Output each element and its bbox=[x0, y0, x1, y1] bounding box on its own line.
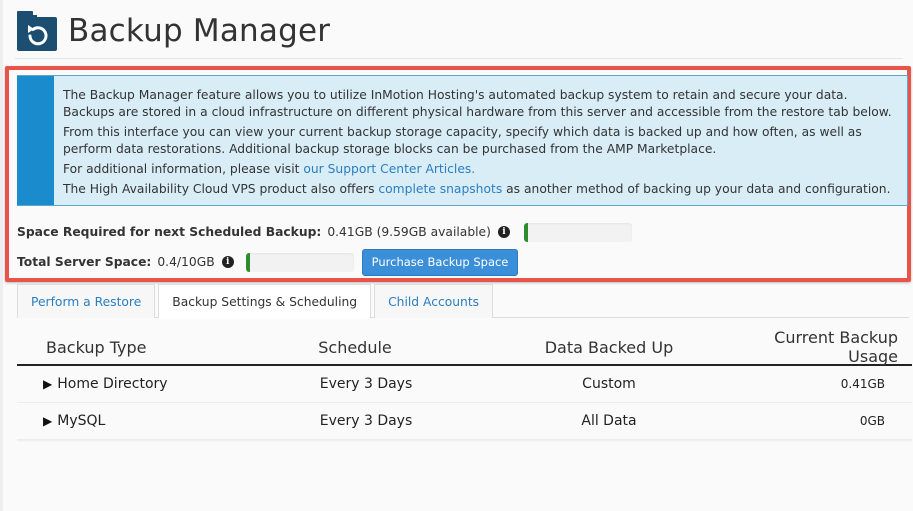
callout-paragraph-intro: The Backup Manager feature allows you to… bbox=[63, 88, 892, 119]
total-space-value: 0.4/10GB bbox=[157, 255, 215, 269]
page-header: Backup Manager bbox=[15, 6, 330, 56]
column-header-backup-type: Backup Type bbox=[46, 337, 147, 357]
callout-paragraph-support: For additional information, please visit… bbox=[63, 161, 895, 178]
schedule-cell: Every 3 Days bbox=[319, 376, 413, 392]
table-header: Backup Type Schedule Data Backed Up Curr… bbox=[17, 328, 912, 366]
backup-type: Home Directory bbox=[57, 376, 168, 392]
callout-paragraph-interface: From this interface you can view your cu… bbox=[63, 125, 862, 156]
complete-snapshots-link[interactable]: complete snapshots bbox=[378, 182, 502, 196]
usage-cell: 0GB bbox=[859, 414, 885, 428]
next-backup-progress-fill bbox=[523, 222, 529, 242]
total-space-progress-bar bbox=[245, 252, 354, 272]
next-backup-progress-bar bbox=[523, 222, 632, 242]
backup-settings-table: Backup Type Schedule Data Backed Up Curr… bbox=[17, 328, 912, 440]
schedule-cell: Every 3 Days bbox=[319, 413, 413, 429]
backup-type: MySQL bbox=[57, 413, 106, 429]
table-row[interactable]: ▶ MySQL Every 3 Days All Data 0GB bbox=[17, 403, 912, 440]
snapshot-prefix: The High Availability Cloud VPS product … bbox=[63, 182, 379, 196]
callout-body: The Backup Manager feature allows you to… bbox=[54, 76, 907, 205]
tab-bar: Perform a Restore Backup Settings & Sche… bbox=[17, 284, 909, 319]
column-header-current-usage: Current Backup Usage bbox=[774, 328, 898, 366]
data-backed-up-cell: Custom bbox=[582, 376, 636, 392]
info-callout: The Backup Manager feature allows you to… bbox=[17, 75, 908, 206]
tab-perform-restore[interactable]: Perform a Restore bbox=[17, 284, 156, 318]
total-space-label: Total Server Space: bbox=[17, 255, 152, 269]
total-space-progress-fill bbox=[245, 252, 250, 272]
row-expand-toggle[interactable]: ▶ Home Directory bbox=[17, 376, 217, 392]
table-row[interactable]: ▶ Home Directory Every 3 Days Custom 0.4… bbox=[17, 366, 912, 403]
page-title: Backup Manager bbox=[68, 13, 331, 49]
info-icon[interactable]: i bbox=[497, 226, 510, 238]
backup-restore-folder-icon bbox=[15, 9, 59, 53]
support-center-link[interactable]: our Support Center Articles. bbox=[303, 162, 475, 176]
column-header-schedule: Schedule bbox=[318, 337, 392, 357]
next-backup-stat: Space Required for next Scheduled Backup… bbox=[17, 222, 632, 242]
total-space-stat: Total Server Space: 0.4/10GB i Purchase … bbox=[17, 248, 519, 276]
header-divider bbox=[15, 58, 903, 59]
row-expand-toggle[interactable]: ▶ MySQL bbox=[17, 413, 217, 429]
column-header-data-backed-up: Data Backed Up bbox=[544, 337, 674, 357]
data-backed-up-cell: All Data bbox=[581, 413, 637, 429]
backup-manager-page: Backup Manager The Backup Manager featur… bbox=[0, 0, 913, 511]
usage-cell: 0.41GB bbox=[840, 377, 885, 391]
callout-paragraph-snapshots: The High Availability Cloud VPS product … bbox=[63, 181, 895, 198]
tab-backup-settings-scheduling[interactable]: Backup Settings & Scheduling bbox=[158, 284, 372, 319]
next-backup-label: Space Required for next Scheduled Backup… bbox=[17, 225, 322, 239]
caret-right-icon: ▶ bbox=[43, 377, 53, 391]
caret-right-icon: ▶ bbox=[43, 414, 53, 428]
snapshot-suffix: as another method of backing up your dat… bbox=[502, 182, 891, 196]
tab-child-accounts[interactable]: Child Accounts bbox=[374, 284, 494, 318]
table-bottom-shadow bbox=[17, 440, 912, 442]
next-backup-value: 0.41GB (9.59GB available) bbox=[327, 225, 491, 239]
purchase-backup-space-button[interactable]: Purchase Backup Space bbox=[361, 248, 519, 276]
support-prefix: For additional information, please visit bbox=[63, 162, 304, 176]
info-icon[interactable]: i bbox=[221, 256, 234, 268]
callout-accent-bar bbox=[17, 76, 54, 205]
